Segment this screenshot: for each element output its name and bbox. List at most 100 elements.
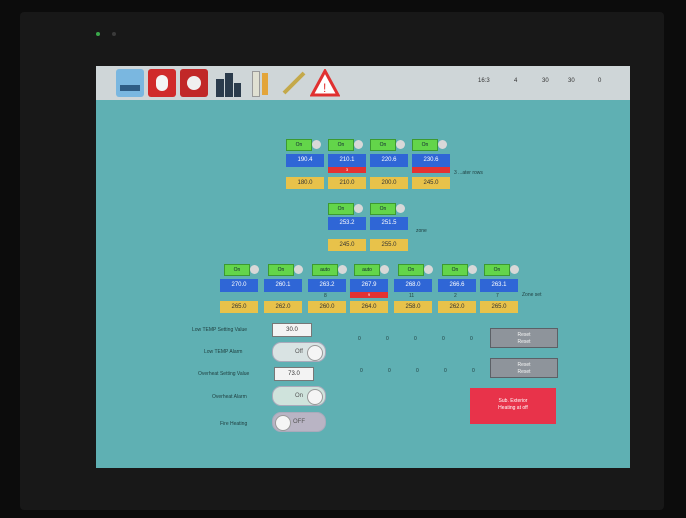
tools-icon[interactable] [246,69,274,97]
group2-card1-setpoint[interactable]: 245.0 [328,239,366,251]
hmi-screen: ! 16:3 4 30 30 0 3 ...ater rows On 190.4… [96,66,630,468]
group3-card3-indicator [338,265,347,274]
group1-card2-value: 210.1 [328,154,366,167]
group1-card4-setpoint[interactable]: 245.0 [412,177,450,189]
overheat-setting-input[interactable]: 73.0 [274,367,314,381]
group3-card1-value: 270.0 [220,279,258,292]
group3-card2-setpoint[interactable]: 262.0 [264,301,302,313]
group3-card5-on-button[interactable]: On [398,264,424,276]
group1-card1-indicator [312,140,321,149]
group3-card3-index: 8 [324,293,327,299]
group3-card6-indicator [468,265,477,274]
group1-card2-alarm-bar: 3 [328,167,366,173]
row2-value-4: 0 [444,368,447,374]
group2-card2-setpoint[interactable]: 255.0 [370,239,408,251]
row2-value-1: 0 [360,368,363,374]
group1-card4-indicator [438,140,447,149]
group3-card7-indicator [510,265,519,274]
group1-card1-value: 190.4 [286,154,324,167]
group2-card2-indicator [396,204,405,213]
overheat-setting-label: Overheat Setting Value [198,371,250,377]
group3-card3-setpoint[interactable]: 260.0 [308,301,346,313]
row2-value-2: 0 [388,368,391,374]
group3-card2-indicator [294,265,303,274]
row2-value-5: 0 [472,368,475,374]
group2-card1-indicator [354,204,363,213]
group1-card4-alarm-bar [412,167,450,173]
group3-card7-setpoint[interactable]: 265.0 [480,301,518,313]
status-led [112,32,116,36]
group1-card4-value: 230.6 [412,154,450,167]
group3-card7-index: 7 [496,293,499,299]
row1-value-5: 0 [470,336,473,342]
group3-card5-indicator [424,265,433,274]
group3-card4-on-button[interactable]: auto [354,264,380,276]
warning-icon[interactable]: ! [309,67,341,97]
toggle-knob [275,415,291,431]
group3-card6-on-button[interactable]: On [442,264,468,276]
status-field-4: 0 [598,78,602,84]
group3-card4-alarm-bar: 9 [350,292,388,298]
group1-card2-on-button[interactable]: On [328,139,354,151]
group3-card4-value: 267.9 [350,279,388,292]
reset-button-1[interactable]: Reset Reset [490,328,558,348]
monitor-icon[interactable] [116,69,144,97]
group1-card1-on-button[interactable]: On [286,139,312,151]
group3-card5-value: 268.0 [394,279,432,292]
group3-card2-value: 260.1 [264,279,302,292]
low-temp-setting-label: Low TEMP Setting Value [192,327,248,333]
fire-heating-toggle[interactable]: OFF [272,412,326,432]
temperature-gauge-icon[interactable] [180,69,208,97]
group3-card6-value: 266.6 [438,279,476,292]
overheat-alarm-state: On [294,393,303,399]
group3-card4-setpoint[interactable]: 264.0 [350,301,388,313]
top-toolbar: ! 16:3 4 30 30 0 [96,66,630,100]
svg-text:!: ! [323,81,326,95]
sub-exterior-alarm-button[interactable]: Sub. Exterior Heating at off [470,388,556,424]
reset-button-2[interactable]: Reset Reset [490,358,558,378]
group1-card3-setpoint[interactable]: 200.0 [370,177,408,189]
status-field-1: 4 [514,78,518,84]
group1-card2-indicator [354,140,363,149]
group2-card2-on-button[interactable]: On [370,203,396,215]
group3-card1-indicator [250,265,259,274]
group1-card2-setpoint[interactable]: 210.0 [328,177,366,189]
group3-card6-index: 2 [454,293,457,299]
group3-card5-index: 11 [409,293,415,299]
low-temp-setting-input[interactable]: 30.0 [272,323,312,337]
group1-card3-indicator [396,140,405,149]
group1-card3-on-button[interactable]: On [370,139,396,151]
group3-card6-setpoint[interactable]: 262.0 [438,301,476,313]
group3-card1-setpoint[interactable]: 265.0 [220,301,258,313]
fire-heating-state: OFF [293,419,305,425]
group3-card4-indicator [380,265,389,274]
row1-value-2: 0 [386,336,389,342]
fire-heating-label: Fire Heating [220,421,248,427]
low-temp-alarm-toggle[interactable]: Off [272,342,326,362]
group3-card1-on-button[interactable]: On [224,264,250,276]
power-led [96,32,100,36]
group3-card3-on-button[interactable]: auto [312,264,338,276]
group1-card4-on-button[interactable]: On [412,139,438,151]
overheat-alarm-toggle[interactable]: On [272,386,326,406]
pencil-icon[interactable] [280,69,308,97]
group2-card1-on-button[interactable]: On [328,203,354,215]
status-field-time: 16:3 [478,78,490,84]
group3-card7-on-button[interactable]: On [484,264,510,276]
row1-value-3: 0 [414,336,417,342]
status-field-2: 30 [542,78,549,84]
low-temp-alarm-label: Low TEMP Alarm [204,349,243,355]
group3-card2-on-button[interactable]: On [268,264,294,276]
group2-label: zone [416,228,427,234]
low-temp-alarm-state: Off [295,349,303,355]
group3-label: Zone set [522,292,542,298]
group3-card7-value: 263.1 [480,279,518,292]
toggle-knob [307,345,323,361]
group3-card5-setpoint[interactable]: 258.0 [394,301,432,313]
group2-card1-value: 253.2 [328,217,366,230]
row2-value-3: 0 [416,368,419,374]
group1-card1-setpoint[interactable]: 180.0 [286,177,324,189]
row1-value-4: 0 [442,336,445,342]
building-icon[interactable] [214,69,242,97]
thermometer-icon[interactable] [148,69,176,97]
